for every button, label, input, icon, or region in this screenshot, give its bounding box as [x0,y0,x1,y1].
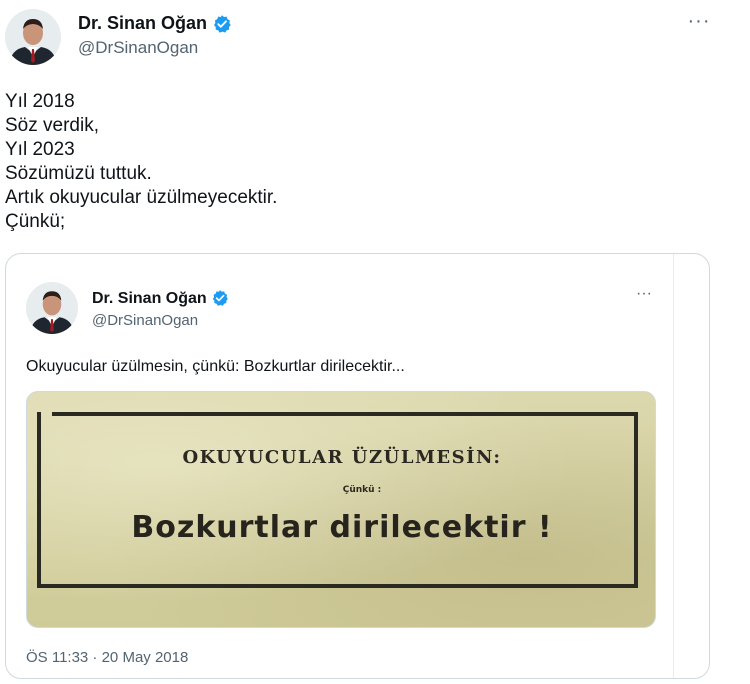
newspaper-headline: OKUYUCULAR ÜZÜLMESİN: [182,447,502,468]
tweet-text: Yıl 2018 Söz verdik, Yıl 2023 Sözümüzü t… [5,90,277,234]
author-handle[interactable]: @DrSinanOgan [78,38,198,58]
quoted-author-name[interactable]: Dr. Sinan Oğan [92,290,207,308]
quoted-tweet-card[interactable]: Dr. Sinan Oğan @DrSinanOgan ··· Okuyucul… [5,253,710,679]
quoted-tweet-image[interactable]: OKUYUCULAR ÜZÜLMESİN: Çünkü : Bozkurtlar… [26,391,656,628]
author-name[interactable]: Dr. Sinan Oğan [78,13,207,34]
frame-border [634,412,638,588]
newspaper-main-text: Bozkurtlar dirilecektir ! [131,510,553,545]
quoted-author-avatar[interactable] [26,282,78,334]
divider [673,254,674,678]
verified-badge-icon [212,14,232,34]
author-name-row[interactable]: Dr. Sinan Oğan [78,13,232,34]
tweet-timestamp[interactable]: ÖS 11:33 · 20 May 2018 [26,649,188,666]
quoted-author-handle[interactable]: @DrSinanOgan [92,312,198,329]
author-avatar[interactable] [5,9,61,65]
tweet: Dr. Sinan Oğan @DrSinanOgan ··· Yıl 2018… [0,0,750,684]
tweet-text-line: Yıl 2018 [5,91,75,112]
verified-badge-icon [211,289,231,309]
newspaper-subline: Çünkü : [342,485,382,495]
frame-border [37,584,637,588]
quoted-author-name-row[interactable]: Dr. Sinan Oğan [92,289,231,309]
frame-border [52,412,634,416]
tweet-text-line: Yıl 2023 [5,139,75,160]
more-options-icon[interactable]: ··· [632,286,656,303]
tweet-text-line: Artık okuyucular üzülmeyecektir. [5,187,278,208]
more-options-icon[interactable]: ··· [686,11,712,32]
tweet-text-line: Söz verdik, [5,115,99,136]
quoted-tweet-text: Okuyucular üzülmesin, çünkü: Bozkurtlar … [26,358,405,375]
frame-border [37,412,41,588]
tweet-text-line: Çünkü; [5,211,66,232]
tweet-text-line: Sözümüzü tuttuk. [5,163,152,184]
